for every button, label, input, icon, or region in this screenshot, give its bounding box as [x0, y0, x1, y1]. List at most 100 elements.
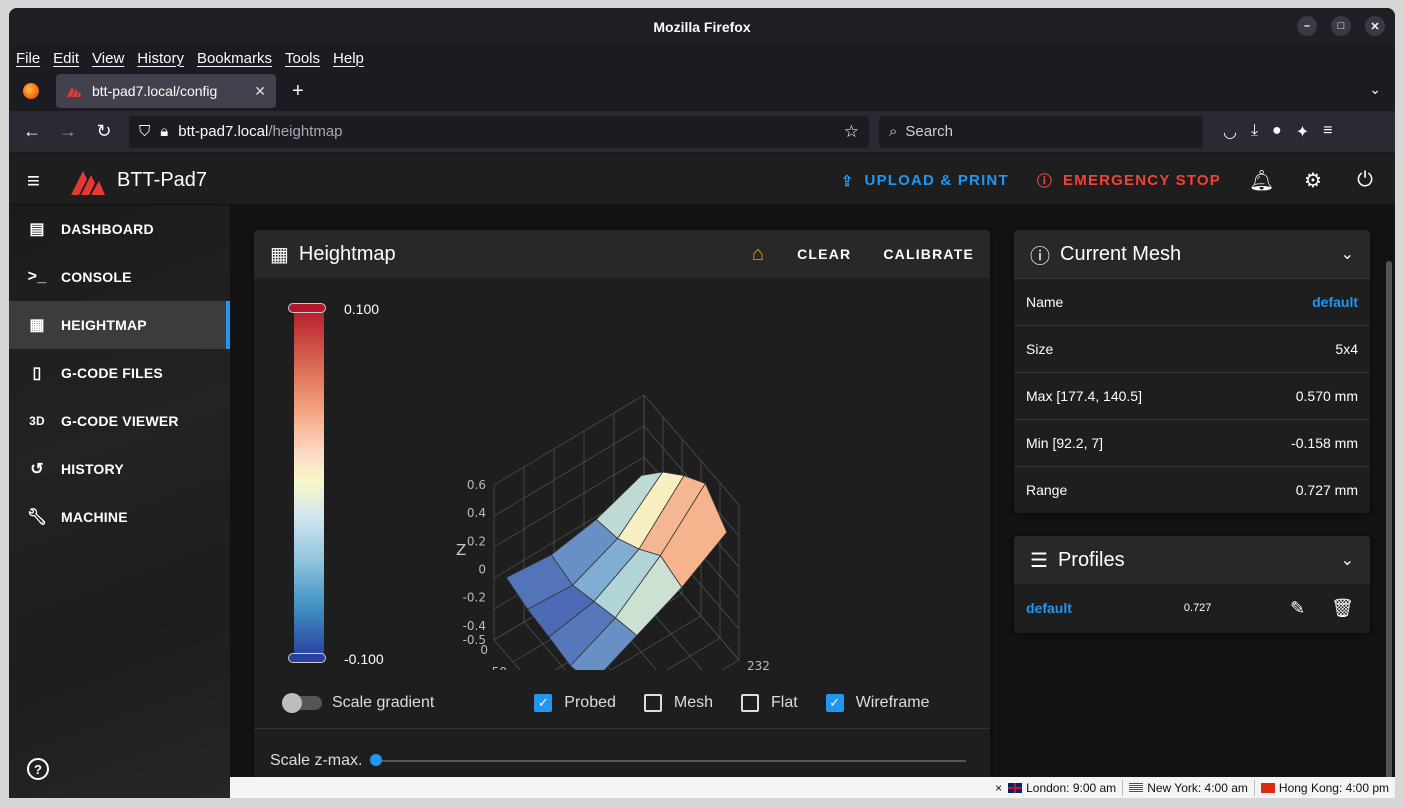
chevron-down-icon[interactable]: ⌄ — [1341, 550, 1354, 570]
new-tab-button[interactable]: + — [292, 80, 304, 103]
power-icon[interactable]: ⏻ — [1353, 169, 1377, 192]
forward-button[interactable]: → — [53, 117, 83, 147]
sidebar-item-gcode-viewer[interactable]: 3D G-CODE VIEWER — [9, 397, 230, 445]
lock-icon[interactable]: 🔒︎ — [160, 123, 168, 140]
heightmap-card: ▦ Heightmap ⌂ CLEAR CALIBRATE 0.100 -0.1… — [254, 230, 990, 790]
home-icon[interactable]: ⌂ — [752, 243, 765, 266]
pocket-icon[interactable]: ◡ — [1223, 122, 1237, 142]
hamburger-menu-icon[interactable]: ≡ — [1323, 122, 1332, 142]
url-path: /heightmap — [268, 123, 343, 140]
heightmap-3d-plot[interactable]: -0.5-0.4-0.200.20.40.6050100150200252050… — [424, 350, 804, 670]
emergency-stop-label: EMERGENCY STOP — [1063, 172, 1221, 189]
mesh-name-link[interactable]: default — [1312, 294, 1358, 310]
sidebar-item-console[interactable]: >_ CONSOLE — [9, 253, 230, 301]
z-tick-label: -0.4 — [463, 619, 486, 633]
color-scale-bar — [294, 306, 324, 658]
maximize-button[interactable]: □ — [1331, 16, 1351, 36]
sidebar-item-dashboard[interactable]: ▤ DASHBOARD — [9, 205, 230, 253]
toggle-switch[interactable] — [282, 693, 322, 713]
calibrate-button[interactable]: CALIBRATE — [883, 246, 974, 262]
chevron-down-icon[interactable]: ⌄ — [1341, 244, 1354, 264]
profiles-header[interactable]: ☰ Profiles ⌄ — [1014, 536, 1370, 584]
help-icon[interactable]: ? — [27, 758, 49, 780]
shield-icon[interactable]: ⛉ — [139, 123, 150, 140]
color-scale-min-handle[interactable] — [288, 653, 326, 663]
mesh-checkbox[interactable]: Mesh — [643, 694, 713, 712]
grid-line — [493, 394, 645, 486]
menu-bookmarks[interactable]: Bookmarks — [197, 50, 272, 67]
checkbox-empty-icon[interactable] — [643, 694, 662, 712]
bell-icon[interactable]: 🔔︎ — [1249, 168, 1274, 193]
probed-checkbox[interactable]: ✓ Probed — [534, 694, 616, 712]
sidebar-item-label: HISTORY — [61, 461, 124, 477]
file-upload-icon: ⇪ — [840, 172, 855, 190]
mesh-row-label: Min [92.2, 7] — [1026, 435, 1104, 451]
flat-label: Flat — [771, 694, 798, 711]
menu-history[interactable]: History — [137, 50, 184, 67]
z-tick-label: 0.2 — [467, 534, 486, 548]
wireframe-checkbox[interactable]: ✓ Wireframe — [825, 694, 930, 712]
firefox-icon[interactable] — [23, 83, 39, 99]
color-scale-min: -0.100 — [344, 651, 384, 667]
checkbox-checked-icon[interactable]: ✓ — [534, 694, 553, 712]
scale-zmax-slider[interactable] — [370, 754, 966, 766]
current-mesh-header[interactable]: ⓘ Current Mesh ⌄ — [1014, 230, 1370, 278]
back-button[interactable]: ← — [17, 117, 47, 147]
account-icon[interactable]: ● — [1272, 122, 1282, 142]
sidebar-item-history[interactable]: ↺ HISTORY — [9, 445, 230, 493]
browser-tab[interactable]: btt-pad7.local/config ✕ — [56, 74, 276, 108]
alert-circle-icon: ⓘ — [1036, 173, 1054, 190]
status-bar: × London: 9:00 am New York: 4:00 am Hong… — [230, 777, 1395, 798]
url-host: btt-pad7.local — [178, 123, 269, 140]
slider-thumb[interactable] — [370, 754, 383, 766]
wireframe-label: Wireframe — [855, 694, 930, 711]
current-mesh-card: ⓘ Current Mesh ⌄ Name default Size 5x4 Max… — [1014, 230, 1370, 513]
clock-london: London: 9:00 am — [1026, 780, 1117, 795]
profile-name-link[interactable]: default — [1026, 600, 1072, 616]
sidebar-item-machine[interactable]: 🔧︎ MACHINE — [9, 493, 230, 541]
extensions-icon[interactable]: ✦ — [1296, 122, 1309, 142]
browser-window: Mozilla Firefox – □ ✕ File Edit View His… — [9, 8, 1395, 798]
mesh-row-label: Size — [1026, 341, 1054, 357]
upload-print-button[interactable]: ⇪ UPLOAD & PRINT — [841, 172, 1009, 190]
color-scale-max: 0.100 — [344, 301, 380, 317]
menu-file[interactable]: File — [16, 50, 40, 67]
sidebar-item-gcode-files[interactable]: ▯ G-CODE FILES — [9, 349, 230, 397]
grid-icon: ▦ — [270, 243, 289, 266]
mesh-row-max: Max [177.4, 140.5] 0.570 mm — [1014, 372, 1370, 419]
tab-title: btt-pad7.local/config — [92, 83, 218, 99]
emergency-stop-button[interactable]: ⓘ EMERGENCY STOP — [1037, 170, 1221, 191]
x-tick-label: 0 — [480, 643, 488, 657]
search-input[interactable]: ⌕ Search — [879, 115, 1203, 148]
url-bar[interactable]: ⛉ 🔒︎ btt-pad7.local/heightmap ☆ — [129, 115, 869, 148]
menu-view[interactable]: View — [92, 50, 124, 67]
color-scale-max-handle[interactable] — [288, 303, 326, 313]
menu-tools[interactable]: Tools — [285, 50, 320, 67]
close-tab-icon[interactable]: ✕ — [254, 83, 266, 100]
checkbox-empty-icon[interactable] — [741, 694, 760, 712]
scale-zmax-row: Scale z-max. — [270, 752, 966, 770]
window-title: Mozilla Firefox — [653, 18, 751, 35]
clear-button[interactable]: CLEAR — [797, 246, 851, 262]
layers-icon: ☰ — [1030, 549, 1048, 572]
mesh-row-size: Size 5x4 — [1014, 325, 1370, 372]
checkbox-checked-icon[interactable]: ✓ — [825, 694, 844, 712]
chevron-down-icon[interactable]: ⌄ — [1369, 81, 1381, 98]
menu-edit[interactable]: Edit — [53, 50, 79, 67]
minimize-button[interactable]: – — [1297, 16, 1317, 36]
close-icon[interactable]: × — [995, 781, 1002, 795]
bookmark-star-icon[interactable]: ☆ — [844, 122, 859, 142]
trash-icon[interactable]: 🗑︎ — [1331, 598, 1354, 619]
nav-drawer-icon[interactable]: ≡ — [27, 168, 53, 194]
gears-icon[interactable]: ⚙ — [1301, 168, 1325, 193]
downloads-icon[interactable]: ⤓ — [1251, 122, 1258, 142]
reload-button[interactable]: ↻ — [89, 117, 119, 147]
close-window-button[interactable]: ✕ — [1365, 16, 1385, 36]
sidebar-item-heightmap[interactable]: ▦ HEIGHTMAP — [9, 301, 230, 349]
scrollbar[interactable] — [1386, 261, 1392, 798]
main-content: ▦ Heightmap ⌂ CLEAR CALIBRATE 0.100 -0.1… — [230, 205, 1395, 798]
scale-gradient-toggle[interactable]: Scale gradient — [282, 693, 434, 713]
pencil-icon[interactable]: ✎ — [1290, 598, 1305, 619]
menu-help[interactable]: Help — [333, 50, 364, 67]
flat-checkbox[interactable]: Flat — [741, 694, 798, 712]
